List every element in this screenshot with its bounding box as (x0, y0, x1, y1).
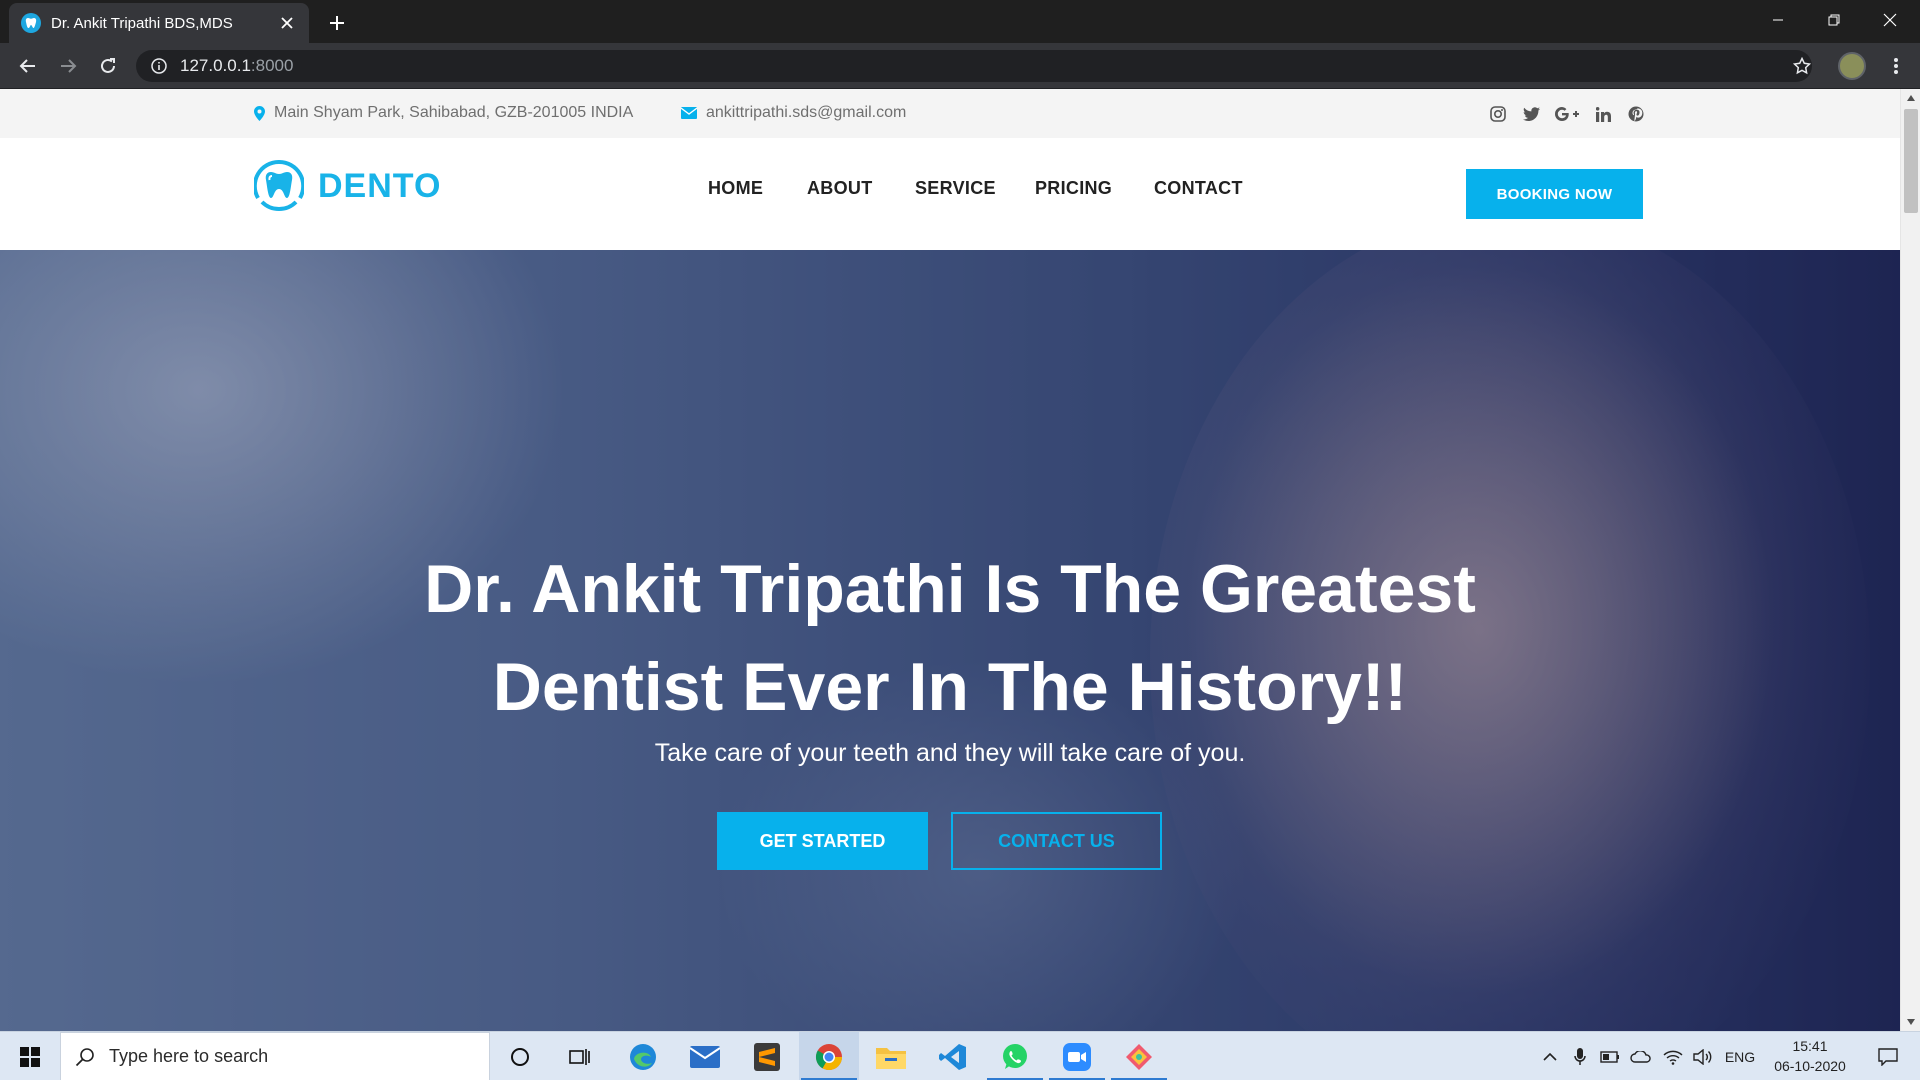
site-info-icon[interactable] (150, 57, 168, 75)
clock-date: 06-10-2020 (1774, 1058, 1846, 1074)
page-viewport: Main Shyam Park, Sahibabad, GZB-201005 I… (0, 89, 1900, 1031)
clock-time: 15:41 (1792, 1038, 1828, 1054)
nav-service[interactable]: SERVICE (915, 178, 996, 199)
hero-subtitle: Take care of your teeth and they will ta… (654, 739, 1246, 767)
map-marker-icon (254, 105, 265, 121)
address-text: Main Shyam Park, Sahibabad, GZB-201005 I… (274, 104, 634, 121)
nav-home[interactable]: HOME (708, 178, 763, 199)
contact-us-button[interactable]: CONTACT US (951, 812, 1162, 870)
forward-arrow-icon[interactable] (52, 50, 84, 82)
site-header: DENTO HOME ABOUT SERVICE PRICING CONTACT… (0, 138, 1900, 250)
site-logo[interactable]: DENTO (254, 160, 441, 212)
show-hidden-icons-icon[interactable] (1538, 1032, 1562, 1080)
whatsapp-icon[interactable] (985, 1032, 1045, 1080)
taskbar-clock[interactable]: 15:41 06-10-2020 (1760, 1036, 1860, 1076)
restore-icon[interactable] (1806, 0, 1862, 40)
search-icon (75, 1047, 94, 1066)
browser-tab[interactable]: Dr. Ankit Tripathi BDS,MDS (9, 3, 309, 43)
hero-title-line2: Dentist Ever In The History!! (492, 649, 1408, 725)
volume-icon[interactable] (1690, 1032, 1716, 1080)
onedrive-icon[interactable] (1628, 1032, 1654, 1080)
microphone-icon[interactable] (1568, 1032, 1592, 1080)
tooth-logo-icon (254, 160, 304, 212)
battery-icon[interactable] (1598, 1032, 1622, 1080)
new-tab-icon[interactable] (322, 8, 352, 38)
file-explorer-icon[interactable] (861, 1032, 921, 1080)
page-scrollbar[interactable] (1900, 89, 1920, 1031)
chrome-icon[interactable] (799, 1032, 859, 1080)
google-plus-icon[interactable] (1553, 102, 1581, 126)
windows-taskbar: Type here to search ENG 15:41 06-10-2020 (0, 1031, 1920, 1080)
vscode-icon[interactable] (923, 1032, 983, 1080)
scroll-thumb[interactable] (1904, 109, 1918, 213)
tooth-favicon-icon (21, 13, 41, 33)
git-app-icon[interactable] (1109, 1032, 1169, 1080)
tab-close-icon[interactable] (277, 13, 297, 33)
browser-toolbar: 127.0.0.1:8000 (0, 43, 1920, 89)
hero-title: Dr. Ankit Tripathi Is The Greatest Denti… (250, 540, 1650, 736)
hero-section: Dr. Ankit Tripathi Is The Greatest Denti… (0, 250, 1900, 1031)
nav-contact[interactable]: CONTACT (1154, 178, 1243, 199)
linkedin-icon[interactable] (1591, 102, 1615, 126)
reload-icon[interactable] (92, 50, 124, 82)
top-info-bar: Main Shyam Park, Sahibabad, GZB-201005 I… (0, 89, 1900, 138)
close-window-icon[interactable] (1862, 0, 1918, 40)
browser-menu-icon[interactable] (1880, 50, 1912, 82)
language-indicator[interactable]: ENG (1722, 1032, 1758, 1080)
profile-avatar[interactable] (1838, 52, 1866, 80)
zoom-icon[interactable] (1047, 1032, 1107, 1080)
url-host: 127.0.0.1 (180, 56, 251, 75)
wifi-icon[interactable] (1660, 1032, 1686, 1080)
address-info: Main Shyam Park, Sahibabad, GZB-201005 I… (254, 104, 633, 122)
pinterest-icon[interactable] (1624, 102, 1648, 126)
back-arrow-icon[interactable] (12, 50, 44, 82)
envelope-icon (681, 107, 697, 119)
url-port: :8000 (250, 56, 294, 75)
sublime-text-icon[interactable] (737, 1032, 797, 1080)
address-bar[interactable]: 127.0.0.1:8000 (136, 50, 1812, 82)
scroll-up-arrow-icon[interactable] (1901, 89, 1920, 107)
minimize-icon[interactable] (1750, 0, 1806, 40)
edge-browser-icon[interactable] (613, 1032, 673, 1080)
task-view-icon[interactable] (550, 1032, 610, 1080)
instagram-icon[interactable] (1486, 102, 1510, 126)
taskbar-search-box[interactable]: Type here to search (60, 1032, 490, 1080)
browser-tab-strip: Dr. Ankit Tripathi BDS,MDS (0, 0, 1920, 43)
hero-title-line1: Dr. Ankit Tripathi Is The Greatest (424, 551, 1476, 627)
logo-text: DENTO (318, 166, 442, 205)
notifications-icon[interactable] (1864, 1032, 1912, 1080)
mail-icon[interactable] (675, 1032, 735, 1080)
nav-pricing[interactable]: PRICING (1035, 178, 1112, 199)
cortana-icon[interactable] (490, 1032, 550, 1080)
twitter-icon[interactable] (1519, 102, 1543, 126)
search-placeholder: Type here to search (109, 1046, 269, 1066)
email-info[interactable]: ankittripathi.sds@gmail.com (681, 104, 906, 122)
email-text: ankittripathi.sds@gmail.com (706, 104, 907, 121)
booking-now-button[interactable]: BOOKING NOW (1466, 169, 1643, 219)
bookmark-star-icon[interactable] (1786, 50, 1818, 82)
scroll-down-arrow-icon[interactable] (1901, 1013, 1920, 1031)
get-started-button[interactable]: GET STARTED (717, 812, 928, 870)
tab-title: Dr. Ankit Tripathi BDS,MDS (51, 14, 233, 32)
nav-about[interactable]: ABOUT (807, 178, 873, 199)
windows-start-icon[interactable] (0, 1032, 60, 1080)
